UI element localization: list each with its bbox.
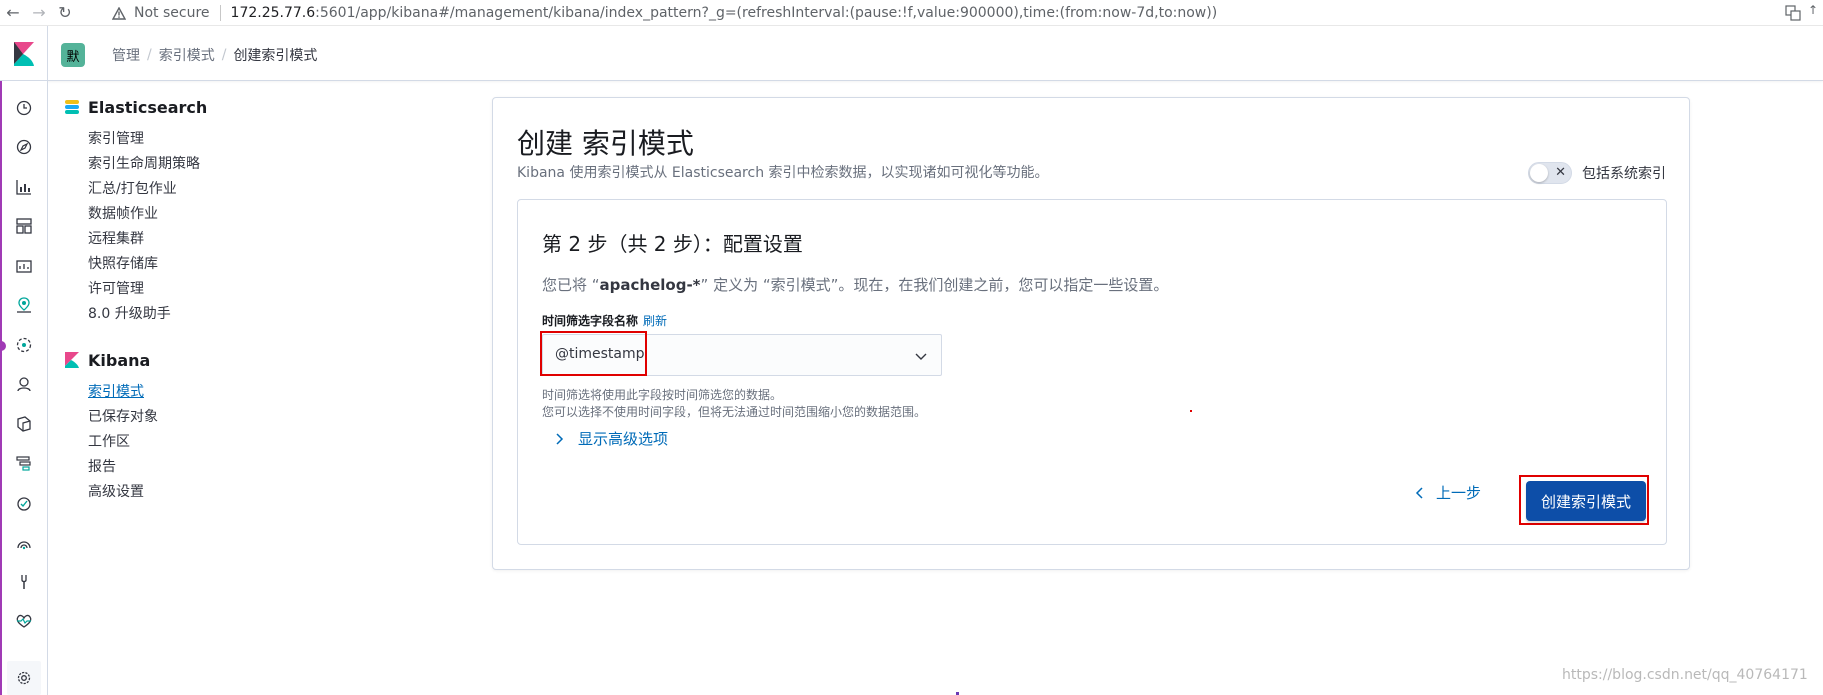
management-sidebar: Elasticsearch 索引管理 索引生命周期策略 汇总/打包作业 数据帧作… bbox=[65, 95, 425, 505]
sidebar-item-index-patterns[interactable]: 索引模式 bbox=[88, 380, 425, 405]
time-field-help-1: 时间筛选将使用此字段按时间筛选您的数据。 bbox=[542, 388, 783, 402]
reload-icon[interactable]: ↻ bbox=[52, 0, 78, 26]
chevron-left-icon bbox=[1415, 486, 1423, 499]
not-secure-label: Not secure bbox=[134, 5, 210, 21]
sidebar-item-saved-objects[interactable]: 已保存对象 bbox=[88, 405, 425, 430]
gear-icon[interactable] bbox=[13, 667, 35, 689]
sidebar-item-license[interactable]: 许可管理 bbox=[88, 277, 425, 302]
breadcrumb-management[interactable]: 管理 bbox=[112, 45, 140, 65]
maps-icon[interactable] bbox=[13, 294, 35, 316]
back-arrow-icon[interactable]: ← bbox=[0, 0, 26, 26]
sidebar-item-remote-clusters[interactable]: 远程集群 bbox=[88, 227, 425, 252]
screen: ← → ↻ Not secure 172.25.77.6:5601/app/ki… bbox=[0, 0, 1823, 695]
sidebar-item-advanced-settings[interactable]: 高级设置 bbox=[88, 480, 425, 505]
chevron-down-icon bbox=[915, 353, 927, 360]
breadcrumb-separator: / bbox=[147, 47, 152, 63]
browser-toolbar: ← → ↻ Not secure 172.25.77.6:5601/app/ki… bbox=[0, 0, 1823, 26]
compass-icon[interactable] bbox=[13, 136, 35, 158]
sidebar-section-title: Elasticsearch bbox=[88, 97, 208, 117]
visualize-icon[interactable] bbox=[13, 176, 35, 198]
create-index-pattern-panel: 创建 索引模式 Kibana 使用索引模式从 Elasticsearch 索引中… bbox=[492, 97, 1690, 570]
time-field-help-2: 您可以选择不使用时间字段，但将无法通过时间范围缩小您的数据范围。 bbox=[542, 405, 927, 419]
uptime-icon[interactable] bbox=[13, 492, 35, 514]
infrastructure-icon[interactable] bbox=[13, 373, 35, 395]
breadcrumb: 管理 / 索引模式 / 创建索引模式 bbox=[112, 45, 317, 65]
step-title: 第 2 步（共 2 步）：配置设置 bbox=[542, 232, 803, 256]
sidebar-item-spaces[interactable]: 工作区 bbox=[88, 430, 425, 455]
index-pattern-name: apachelog-* bbox=[599, 276, 701, 294]
sidebar-item-rollup[interactable]: 汇总/打包作业 bbox=[88, 177, 425, 202]
show-advanced-options-button[interactable]: 显示高级选项 bbox=[552, 428, 668, 449]
back-button[interactable]: 上一步 bbox=[1414, 482, 1481, 503]
dashboard-icon[interactable] bbox=[13, 215, 35, 237]
logs-icon[interactable] bbox=[13, 413, 35, 435]
ml-icon[interactable] bbox=[13, 334, 35, 356]
step-panel: 第 2 步（共 2 步）：配置设置 您已将 “apachelog-*” 定义为 … bbox=[517, 199, 1667, 545]
sidebar-section-elasticsearch: Elasticsearch bbox=[65, 95, 425, 119]
elasticsearch-logo-icon bbox=[65, 100, 79, 114]
url-path: :5601/app/kibana#/management/kibana/inde… bbox=[315, 5, 1218, 21]
breadcrumb-create-index-pattern: 创建索引模式 bbox=[233, 48, 318, 64]
sidebar-item-transform[interactable]: 数据帧作业 bbox=[88, 202, 425, 227]
chevron-right-icon bbox=[556, 432, 564, 445]
toggle-switch[interactable]: ✕ bbox=[1528, 162, 1572, 184]
nav-indicator-dot bbox=[0, 341, 6, 351]
siem-icon[interactable] bbox=[13, 531, 35, 553]
create-index-pattern-button[interactable]: 创建索引模式 bbox=[1526, 481, 1646, 521]
address-bar[interactable]: Not secure 172.25.77.6:5601/app/kibana#/… bbox=[110, 1, 1760, 25]
canvas-icon[interactable] bbox=[13, 255, 35, 277]
url-separator bbox=[219, 5, 221, 21]
extension-icon[interactable]: ↑ bbox=[1808, 3, 1823, 23]
include-system-indices-label: 包括系统索引 bbox=[1582, 166, 1666, 182]
time-field-label: 时间筛选字段名称 bbox=[542, 314, 639, 328]
kibana-small-logo-icon bbox=[65, 352, 79, 368]
step-desc-prefix: 您已将 “ bbox=[542, 276, 600, 294]
include-system-indices-toggle[interactable]: ✕ 包括系统索引 bbox=[1528, 162, 1666, 184]
clock-icon[interactable] bbox=[13, 97, 35, 119]
forward-arrow-icon[interactable]: → bbox=[26, 0, 52, 26]
sidebar-item-snapshot[interactable]: 快照存储库 bbox=[88, 252, 425, 277]
page-subtitle: Kibana 使用索引模式从 Elasticsearch 索引中检索数据，以实现… bbox=[517, 165, 1049, 181]
warning-triangle-icon bbox=[110, 4, 128, 22]
show-advanced-label: 显示高级选项 bbox=[578, 430, 669, 448]
watermark: https://blog.csdn.net/qq_40764171 bbox=[1562, 667, 1808, 683]
apm-icon[interactable] bbox=[13, 452, 35, 474]
side-nav bbox=[0, 81, 48, 695]
step-desc-suffix: ” 定义为 “索引模式”。现在，在我们创建之前，您可以指定一些设置。 bbox=[700, 276, 1169, 294]
breadcrumb-separator: / bbox=[221, 47, 227, 63]
sidebar-item-reporting[interactable]: 报告 bbox=[88, 455, 425, 480]
kibana-logo-icon[interactable] bbox=[0, 26, 48, 81]
elasticsearch-links: 索引管理 索引生命周期策略 汇总/打包作业 数据帧作业 远程集群 快照存储库 许… bbox=[88, 127, 425, 327]
url-host: 172.25.77.6 bbox=[230, 5, 316, 21]
highlight-box-timestamp bbox=[540, 331, 647, 376]
side-nav-accent bbox=[0, 81, 2, 695]
time-field-label-row: 时间筛选字段名称 刷新 bbox=[542, 312, 667, 329]
stray-mark bbox=[1190, 410, 1192, 412]
refresh-link[interactable]: 刷新 bbox=[643, 312, 667, 329]
kibana-links: 索引模式 已保存对象 工作区 报告 高级设置 bbox=[88, 380, 425, 505]
step-description: 您已将 “apachelog-*” 定义为 “索引模式”。现在，在我们创建之前，… bbox=[542, 274, 1168, 295]
close-icon: ✕ bbox=[1555, 165, 1566, 180]
breadcrumb-index-patterns[interactable]: 索引模式 bbox=[159, 45, 215, 65]
monitoring-icon[interactable] bbox=[13, 610, 35, 632]
space-avatar[interactable]: 默 bbox=[61, 43, 85, 67]
sidebar-item-upgrade[interactable]: 8.0 升级助手 bbox=[88, 302, 425, 327]
toggle-knob bbox=[1530, 164, 1548, 182]
page-title: 创建 索引模式 bbox=[517, 127, 694, 160]
sidebar-item-index-management[interactable]: 索引管理 bbox=[88, 127, 425, 152]
translate-icon[interactable] bbox=[1783, 3, 1803, 23]
devtools-icon[interactable] bbox=[13, 571, 35, 593]
back-label: 上一步 bbox=[1436, 484, 1482, 502]
sidebar-item-ilm[interactable]: 索引生命周期策略 bbox=[88, 152, 425, 177]
kibana-header: 默 管理 / 索引模式 / 创建索引模式 bbox=[0, 26, 1823, 81]
sidebar-section-kibana: Kibana bbox=[65, 348, 425, 372]
sidebar-section-title: Kibana bbox=[88, 350, 151, 370]
